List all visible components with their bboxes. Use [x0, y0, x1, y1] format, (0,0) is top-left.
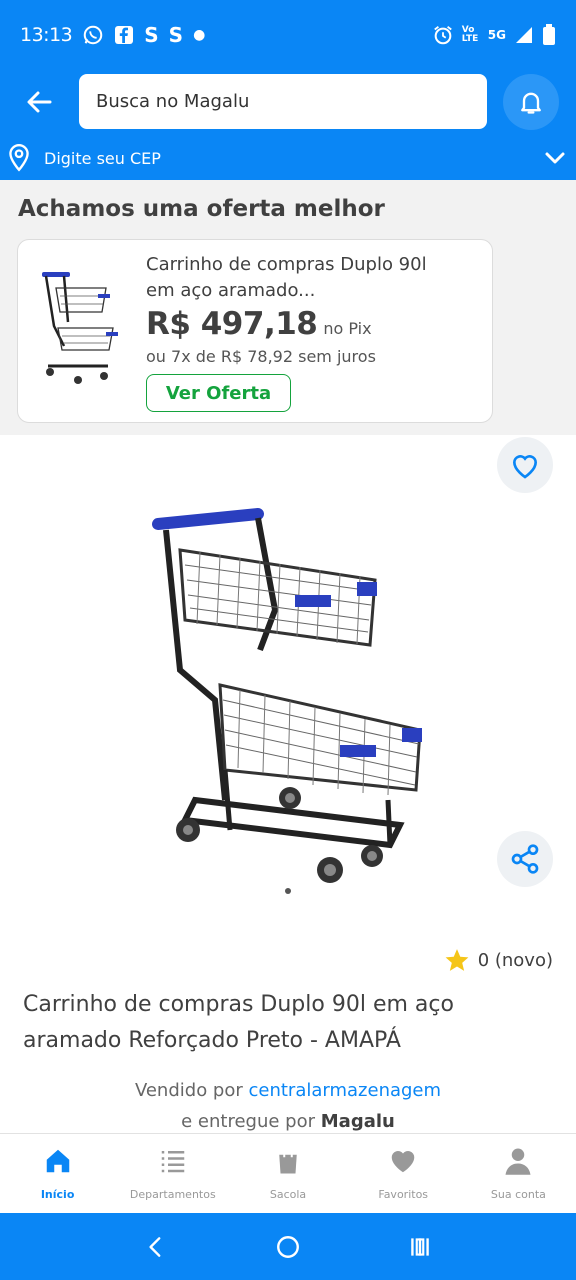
bell-icon — [521, 92, 541, 114]
product-image[interactable] — [140, 500, 440, 890]
5g-icon: 5G — [487, 28, 506, 42]
status-time: 13:13 — [20, 24, 73, 46]
offer-card[interactable]: Carrinho de compras Duplo 90l em aço ara… — [17, 239, 493, 423]
offer-price: R$ 497,18 — [146, 306, 318, 342]
bag-icon — [279, 1148, 297, 1174]
whatsapp-icon — [84, 25, 103, 45]
rating[interactable]: 0 (novo) — [444, 947, 553, 973]
product-title: Carrinho de compras Duplo 90l em aço ara… — [23, 992, 454, 1053]
offer-price-row: R$ 497,18 no Pix — [146, 306, 372, 342]
search-input[interactable]: Busca no Magalu — [79, 74, 487, 129]
facebook-icon — [115, 26, 134, 44]
offer-section-title: Achamos uma oferta melhor — [18, 196, 385, 222]
volte-icon: Vo LTE — [461, 25, 479, 44]
delivered-by: Magalu — [320, 1111, 395, 1132]
seller-link[interactable]: centralarmazenagem — [249, 1080, 442, 1101]
seller-info: Vendido por centralarmazenagem e entregu… — [0, 1075, 576, 1137]
system-recents-icon[interactable] — [407, 1234, 433, 1260]
nav-label: Favoritos — [378, 1188, 429, 1201]
offer-price-suffix: no Pix — [323, 319, 372, 338]
s-icon: S — [168, 23, 184, 47]
user-icon — [505, 1148, 531, 1175]
cep-label: Digite seu CEP — [44, 148, 161, 168]
alarm-icon — [433, 26, 452, 45]
notifications-button[interactable] — [503, 74, 559, 130]
delivered-by-prefix: e entregue por — [181, 1111, 316, 1132]
nav-label: Início — [40, 1188, 75, 1201]
offer-product-thumbnail — [42, 272, 118, 384]
heart-icon — [391, 1151, 415, 1173]
location-pin-icon — [9, 143, 29, 172]
back-button[interactable] — [22, 86, 58, 118]
nav-home[interactable]: Início — [0, 1134, 115, 1213]
share-icon — [511, 844, 539, 874]
view-offer-button[interactable]: Ver Oferta — [146, 374, 291, 412]
arrow-left-icon — [27, 91, 52, 113]
home-icon — [46, 1149, 69, 1173]
signal-icon — [516, 27, 532, 43]
bottom-nav: Início Departamentos Sacola Favoritos Su… — [0, 1133, 576, 1213]
offer-installments: ou 7x de R$ 78,92 sem juros — [146, 347, 376, 366]
share-button[interactable] — [497, 831, 553, 887]
better-offer-section: Achamos uma oferta melhor Carrinho de co… — [0, 180, 576, 435]
battery-icon — [543, 24, 555, 45]
nav-label: Sacola — [269, 1188, 307, 1201]
system-home-icon[interactable] — [275, 1234, 301, 1260]
s-icon: S — [144, 23, 159, 47]
status-bar: 13:13 S S ● Vo LTE 5G — [0, 0, 576, 70]
nav-departments[interactable]: Departamentos — [115, 1134, 230, 1213]
cep-bar[interactable]: Digite seu CEP — [0, 136, 576, 180]
favorite-button[interactable] — [497, 437, 553, 493]
carousel-indicator — [285, 888, 291, 894]
sold-by-prefix: Vendido por — [134, 1080, 243, 1101]
system-back-icon[interactable] — [143, 1234, 169, 1260]
nav-label: Sua conta — [490, 1188, 546, 1201]
nav-bag[interactable]: Sacola — [230, 1134, 345, 1213]
notification-icons: S S ● — [82, 23, 205, 47]
list-icon — [161, 1151, 185, 1173]
dot-icon: ● — [193, 27, 206, 43]
header: Busca no Magalu — [0, 70, 576, 136]
nav-label: Departamentos — [129, 1188, 216, 1201]
star-icon — [445, 949, 469, 971]
heart-outline-icon — [512, 455, 538, 479]
system-icons: Vo LTE 5G — [432, 24, 556, 46]
system-navigation-bar — [0, 1213, 576, 1280]
nav-account[interactable]: Sua conta — [461, 1134, 576, 1213]
chevron-down-icon[interactable] — [544, 148, 566, 168]
nav-favorites[interactable]: Favoritos — [346, 1134, 461, 1213]
rating-value: 0 (novo) — [477, 949, 553, 971]
offer-product-name: Carrinho de compras Duplo 90l em aço ara… — [146, 254, 427, 301]
